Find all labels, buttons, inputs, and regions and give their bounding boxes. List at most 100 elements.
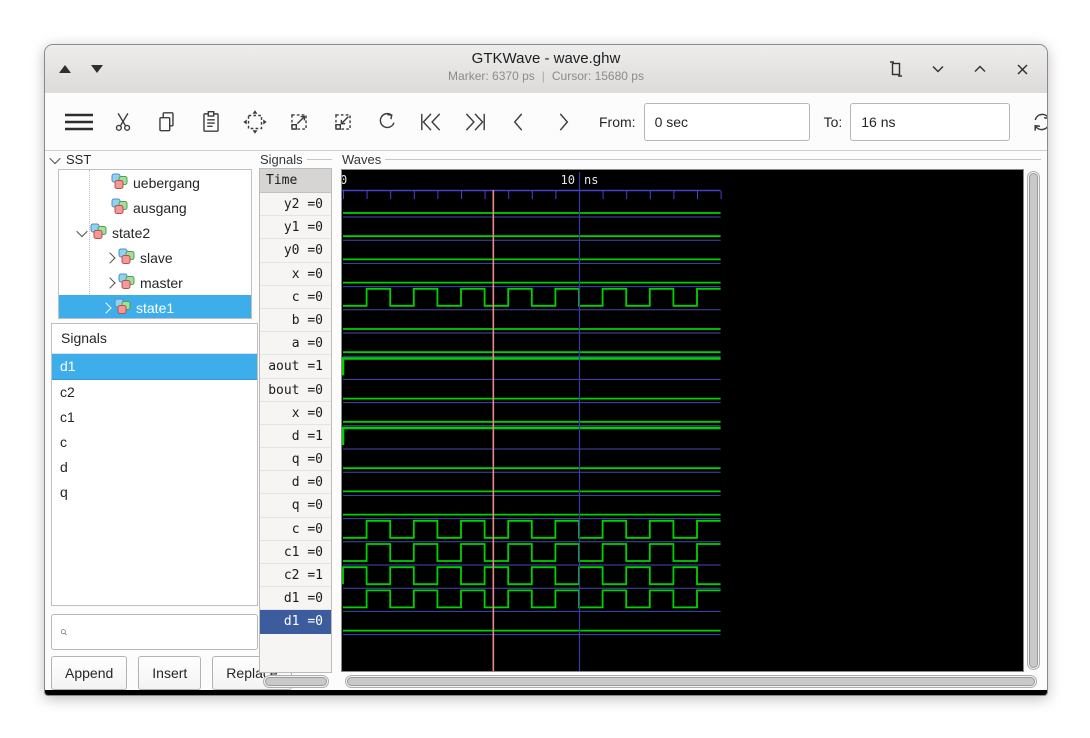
- skip-to-end-button[interactable]: [453, 101, 497, 143]
- signals-hscrollbar[interactable]: [263, 675, 329, 688]
- wave-c2: [343, 567, 721, 584]
- tree-item-label: ausgang: [133, 200, 187, 216]
- cursor-readout: Cursor: 15680 ps: [552, 69, 644, 83]
- signal-value-row-d1[interactable]: d1 =0: [260, 587, 331, 610]
- tree-item-label: state1: [136, 300, 174, 316]
- chevron-right-icon: [104, 277, 115, 288]
- menu-button[interactable]: [57, 101, 101, 143]
- paste-button[interactable]: [189, 101, 233, 143]
- zoom-fit-button[interactable]: [233, 101, 277, 143]
- waves-hscrollbar[interactable]: [345, 675, 1037, 688]
- tree-item-label: master: [140, 275, 183, 291]
- sst-tree-item-master[interactable]: master: [59, 270, 251, 295]
- close-icon[interactable]: [1013, 60, 1031, 78]
- signal-value-row-bout[interactable]: bout =0: [260, 379, 331, 402]
- waveform-svg: 010ns: [342, 170, 1023, 671]
- gtkwave-window: GTKWave - wave.ghw Marker: 6370 ps|Curso…: [44, 44, 1048, 696]
- signal-value-row-q[interactable]: q =0: [260, 494, 331, 517]
- copy-button[interactable]: [145, 101, 189, 143]
- step-left-button[interactable]: [497, 101, 541, 143]
- shade-down-icon[interactable]: [91, 65, 103, 73]
- search-icon: [60, 624, 68, 641]
- chevron-down-icon: [76, 225, 87, 236]
- signal-value-row-y1[interactable]: y1 =0: [260, 216, 331, 239]
- scope-icon: [118, 273, 135, 289]
- signal-value-row-q[interactable]: q =0: [260, 448, 331, 471]
- insert-button[interactable]: Insert: [138, 656, 201, 690]
- signals-list-item-d1[interactable]: d1: [52, 354, 257, 380]
- scope-icon-wrap: [111, 173, 128, 192]
- shade-up-icon[interactable]: [59, 65, 71, 73]
- signals-list-item-q[interactable]: q: [52, 480, 257, 505]
- titlebar[interactable]: GTKWave - wave.ghw Marker: 6370 ps|Curso…: [45, 45, 1047, 94]
- scope-icon-wrap: [114, 298, 131, 317]
- signals-frame-label: Signals: [260, 152, 303, 167]
- wave-c: [343, 521, 721, 538]
- search-input[interactable]: [68, 614, 257, 650]
- signal-value-row-x[interactable]: x =0: [260, 402, 331, 425]
- wave-d: [343, 428, 721, 445]
- tree-item-label: uebergang: [133, 175, 200, 191]
- signal-value-row-aout[interactable]: aout =1: [260, 355, 331, 378]
- timeline-zero-label: 0: [342, 173, 347, 187]
- scope-icon-wrap: [118, 273, 135, 292]
- tree-item-label: slave: [140, 250, 173, 266]
- signals-list-item-c1[interactable]: c1: [52, 405, 257, 430]
- signal-value-row-d[interactable]: d =0: [260, 471, 331, 494]
- time-header[interactable]: Time: [260, 169, 331, 193]
- sst-tree-item-uebergang[interactable]: uebergang: [59, 170, 251, 195]
- signals-list-item-c2[interactable]: c2: [52, 380, 257, 405]
- window-bottom-edge: [45, 690, 1047, 695]
- signals-list-item-d[interactable]: d: [52, 455, 257, 480]
- sst-expander[interactable]: SST: [51, 151, 91, 168]
- to-input[interactable]: [850, 103, 1010, 141]
- step-right-button[interactable]: [541, 101, 585, 143]
- expander-right-icon[interactable]: [98, 304, 114, 312]
- zoom-in-button[interactable]: [277, 101, 321, 143]
- signal-value-row-d[interactable]: d =1: [260, 425, 331, 448]
- signal-value-row-d1[interactable]: d1 =0: [260, 610, 331, 633]
- sst-tree-item-state2[interactable]: state2: [59, 220, 251, 245]
- marker-readout: Marker: 6370 ps: [448, 69, 535, 83]
- chevron-right-icon: [104, 252, 115, 263]
- signal-value-row-c[interactable]: c =0: [260, 286, 331, 309]
- sst-tree: uebergang ausgang state2 slave master state1: [58, 169, 252, 319]
- signals-list-item-c[interactable]: c: [52, 430, 257, 455]
- signal-values-panel: Time y2 =0y1 =0y0 =0x =0c =0b =0a =0aout…: [259, 168, 332, 673]
- reload-button[interactable]: [1020, 101, 1048, 143]
- keep-above-icon[interactable]: [887, 60, 905, 78]
- expander-right-icon[interactable]: [102, 254, 118, 262]
- sst-tree-item-slave[interactable]: slave: [59, 245, 251, 270]
- signal-search[interactable]: [51, 614, 258, 650]
- scope-icon-wrap: [118, 248, 135, 267]
- skip-to-start-button[interactable]: [409, 101, 453, 143]
- undo-button[interactable]: [365, 101, 409, 143]
- expander-right-icon[interactable]: [102, 279, 118, 287]
- waves-vscrollbar[interactable]: [1027, 171, 1040, 670]
- signal-value-row-x[interactable]: x =0: [260, 263, 331, 286]
- zoom-out-button[interactable]: [321, 101, 365, 143]
- cut-button[interactable]: [101, 101, 145, 143]
- maximize-icon[interactable]: [971, 60, 989, 78]
- sst-tree-item-ausgang[interactable]: ausgang: [59, 195, 251, 220]
- main-area: SST uebergang ausgang state2 slave master sta…: [45, 151, 1047, 690]
- minimize-icon[interactable]: [929, 60, 947, 78]
- sst-label: SST: [66, 152, 91, 167]
- expander-down-icon[interactable]: [74, 229, 90, 237]
- signal-value-row-c2[interactable]: c2 =1: [260, 564, 331, 587]
- signal-value-row-y0[interactable]: y0 =0: [260, 239, 331, 262]
- append-button[interactable]: Append: [51, 656, 127, 690]
- timeline-unit-label: ns: [584, 173, 598, 187]
- scope-icon: [114, 298, 131, 314]
- from-label: From:: [599, 114, 636, 130]
- sst-tree-item-state1[interactable]: state1: [59, 295, 251, 319]
- signal-value-row-c1[interactable]: c1 =0: [260, 541, 331, 564]
- signal-value-row-c[interactable]: c =0: [260, 518, 331, 541]
- wave-d1: [343, 590, 721, 607]
- signal-value-row-b[interactable]: b =0: [260, 309, 331, 332]
- scope-icon-wrap: [111, 198, 128, 217]
- signal-value-row-y2[interactable]: y2 =0: [260, 193, 331, 216]
- wave-canvas[interactable]: 010ns: [341, 169, 1024, 672]
- from-input[interactable]: [644, 103, 810, 141]
- signal-value-row-a[interactable]: a =0: [260, 332, 331, 355]
